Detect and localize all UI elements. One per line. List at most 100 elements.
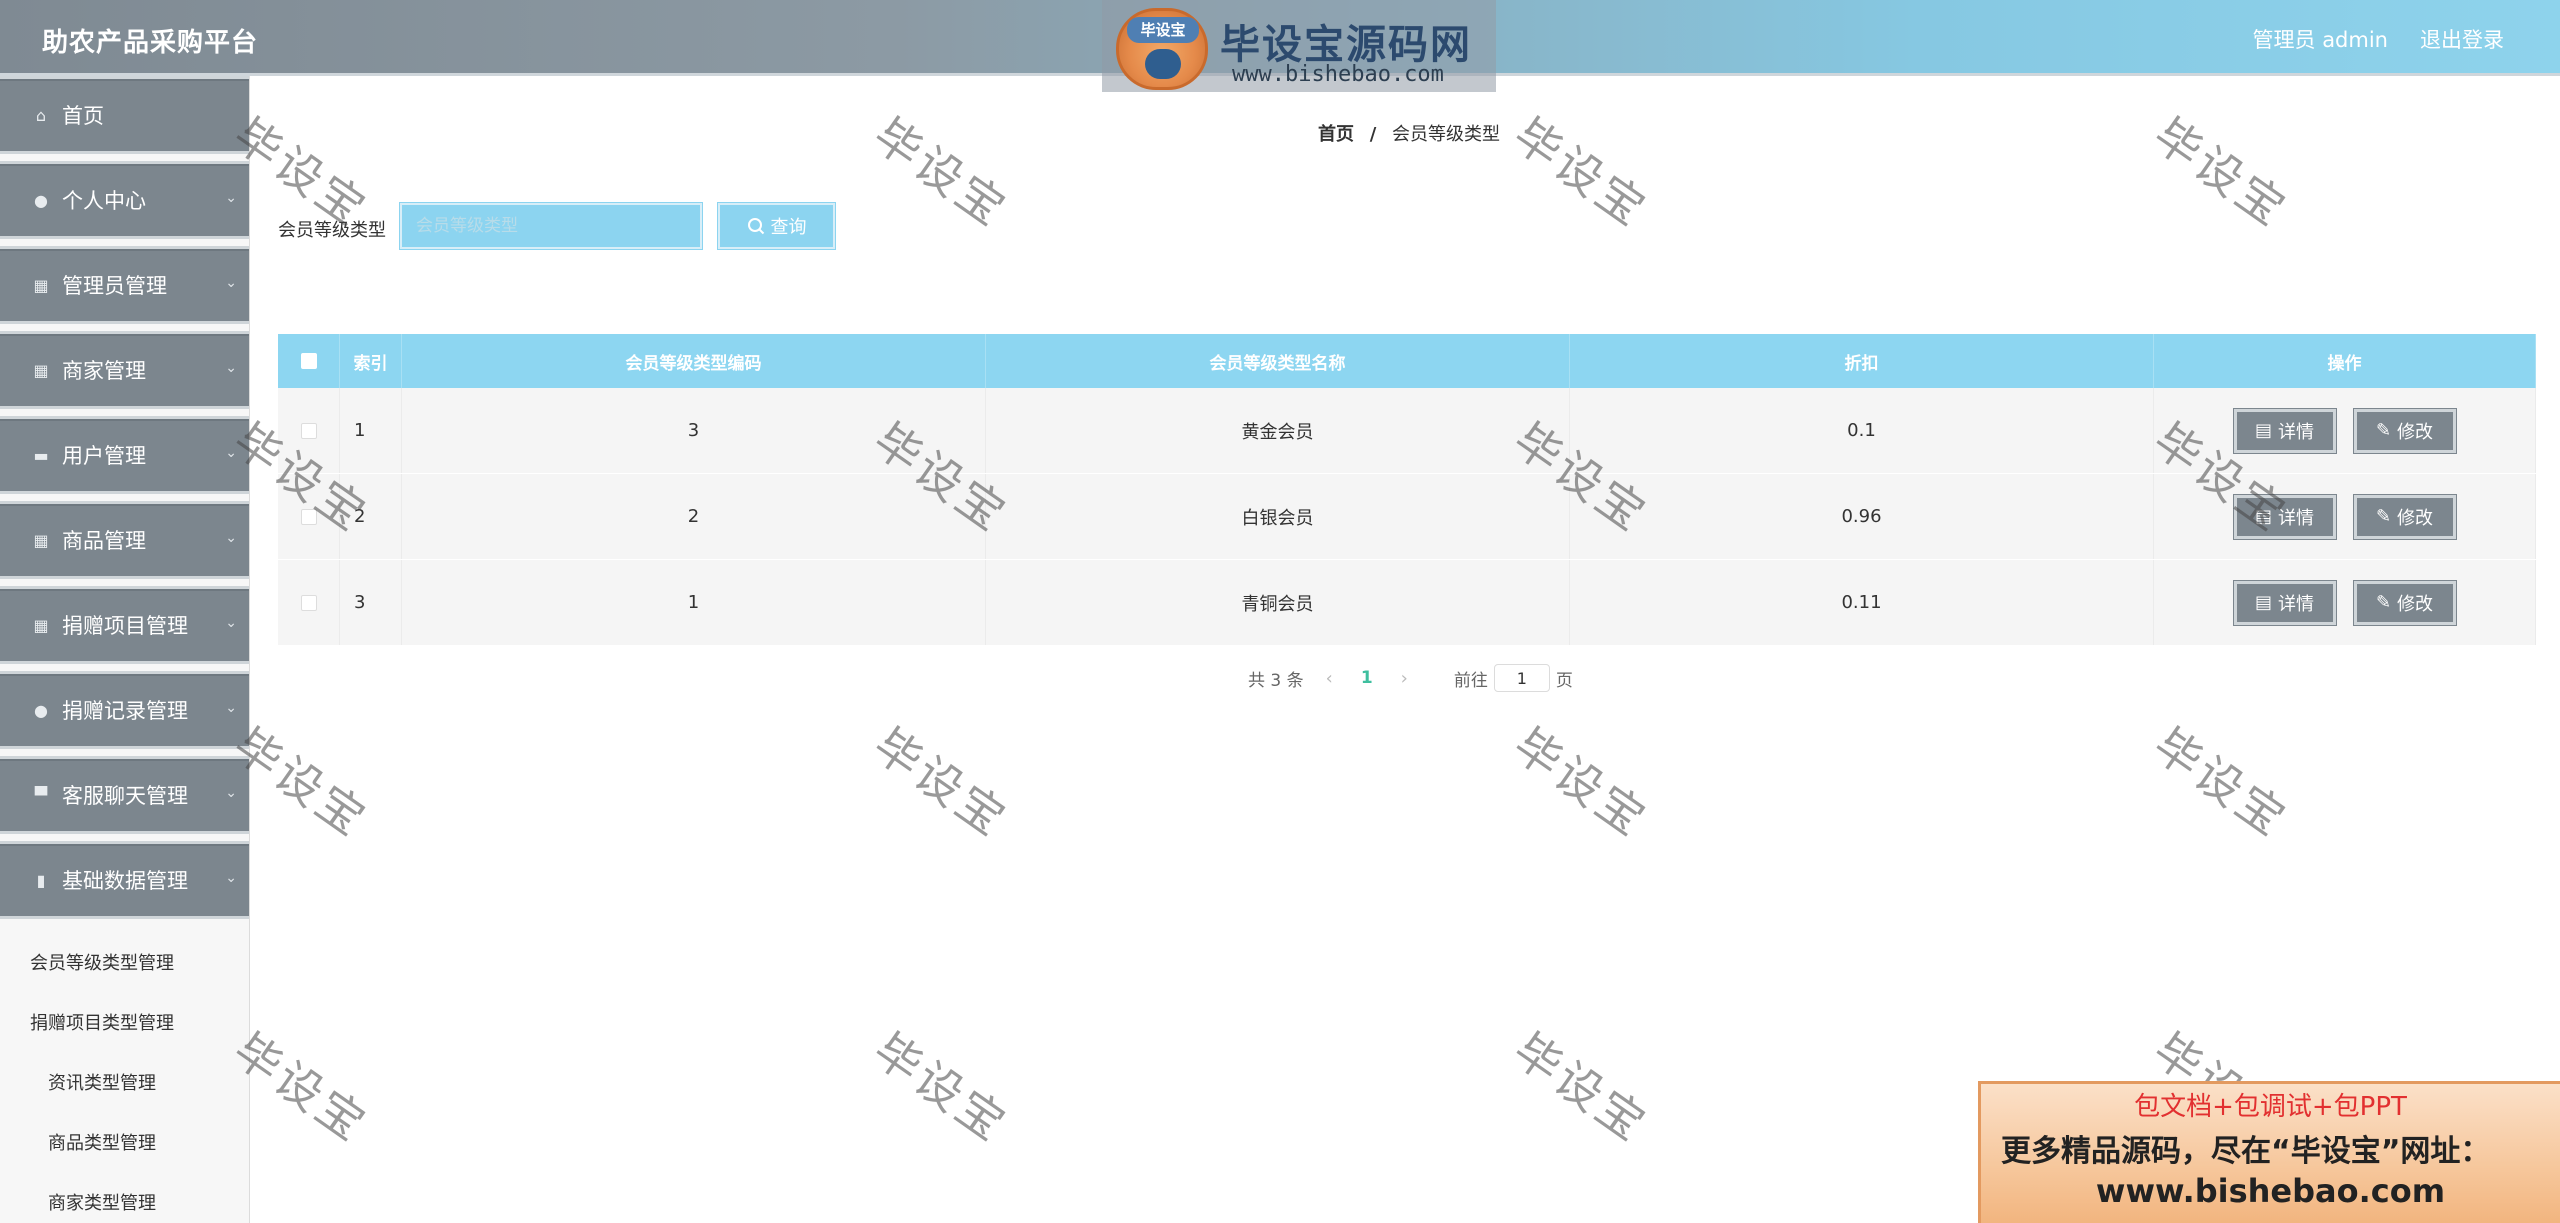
cell-index: 2	[340, 474, 402, 559]
user-icon: ●	[34, 190, 48, 210]
cell-actions: ▤ 详情 ✎ 修改	[2154, 388, 2536, 473]
sidebar-item-donation-project-management[interactable]: ▦ 捐赠项目管理 ⌄	[0, 586, 249, 664]
sidebar-item-donation-record-management[interactable]: ● 捐赠记录管理 ⌄	[0, 671, 249, 749]
header-code: 会员等级类型编码	[402, 334, 986, 388]
prev-page-icon[interactable]: ‹	[1326, 668, 1333, 689]
admin-user-label[interactable]: 管理员 admin	[2253, 24, 2388, 54]
pagination-total: 共 3 条	[1248, 670, 1304, 691]
sidebar-item-merchant-management[interactable]: ▦ 商家管理 ⌄	[0, 331, 249, 409]
cell-code: 3	[402, 388, 986, 473]
pencil-icon: ✎	[2375, 506, 2392, 527]
pencil-icon: ✎	[2375, 592, 2392, 613]
search-icon	[747, 218, 764, 235]
table-row: 1 3 黄金会员 0.1 ▤ 详情 ✎ 修改	[278, 388, 2536, 474]
sidebar-item-basic-data-management[interactable]: ▮ 基础数据管理 ⌄	[0, 841, 249, 919]
watermark-text: 毕设宝	[863, 717, 1018, 848]
sidebar-item-home[interactable]: ⌂ 首页	[0, 76, 249, 154]
watermark-text: 毕设宝	[1503, 1022, 1658, 1153]
edit-button[interactable]: ✎ 修改	[2353, 580, 2456, 625]
cell-index: 1	[340, 388, 402, 473]
submenu-item-product-type[interactable]: 商品类型管理	[0, 1114, 249, 1174]
grid-icon: ▦	[33, 360, 49, 380]
pagination-goto-input[interactable]	[1493, 664, 1550, 692]
chevron-down-icon: ⌄	[225, 360, 237, 376]
submenu-item-merchant-type[interactable]: 商家类型管理	[0, 1174, 249, 1223]
detail-button[interactable]: ▤ 详情	[2233, 494, 2336, 539]
detail-button-label: 详情	[2278, 507, 2314, 529]
chevron-down-icon: ⌄	[225, 615, 237, 631]
document-icon: ▤	[2254, 506, 2272, 527]
search-input[interactable]	[399, 202, 703, 250]
watermark-text: 毕设宝	[2143, 107, 2298, 238]
submenu-basic-data: 会员等级类型管理 捐赠项目类型管理 资讯类型管理 商品类型管理 商家类型管理	[0, 926, 249, 1223]
logout-link[interactable]: 退出登录	[2420, 24, 2504, 54]
select-all-checkbox[interactable]	[300, 353, 317, 369]
sidebar-item-label: 基础数据管理	[62, 869, 188, 893]
sidebar-item-admin-management[interactable]: ▦ 管理员管理 ⌄	[0, 246, 249, 324]
row-checkbox[interactable]	[300, 508, 317, 525]
cell-code: 1	[402, 560, 986, 645]
pagination-unit: 页	[1555, 670, 1573, 691]
watermark-text: 毕设宝	[1503, 107, 1658, 238]
submenu-item-donation-project-type[interactable]: 捐赠项目类型管理	[0, 994, 249, 1054]
chevron-down-icon: ⌄	[225, 275, 237, 291]
cell-discount: 0.11	[1570, 560, 2154, 645]
data-table: 索引 会员等级类型编码 会员等级类型名称 折扣 操作 1 3 黄金会员 0.1 ▤ 详情 ✎…	[278, 334, 2536, 646]
table-row: 2 2 白银会员 0.96 ▤ 详情 ✎ 修改	[278, 474, 2536, 560]
edit-button[interactable]: ✎ 修改	[2353, 408, 2456, 453]
page-number[interactable]: 1	[1361, 668, 1373, 688]
detail-button-label: 详情	[2278, 421, 2314, 443]
promo-line-2: 更多精品源码，尽在“毕设宝”网址：	[2001, 1134, 2491, 1169]
promo-banner: 包文档+包调试+包PPT 更多精品源码，尽在“毕设宝”网址： www.bishe…	[1978, 1081, 2560, 1223]
sidebar-item-customer-chat-management[interactable]: ▀ 客服聊天管理 ⌄	[0, 756, 249, 834]
logo-url: www.bishebao.com	[1232, 62, 1444, 87]
search-label: 会员等级类型	[278, 220, 386, 241]
sidebar-item-label: 商家管理	[62, 359, 146, 383]
grid-icon: ▦	[33, 530, 49, 550]
submenu-item-news-type[interactable]: 资讯类型管理	[0, 1054, 249, 1114]
promo-line-3: www.bishebao.com	[2095, 1172, 2446, 1210]
document-icon: ▤	[2254, 592, 2272, 613]
sidebar-item-label: 首页	[62, 104, 104, 128]
site-logo: 毕设宝 毕设宝源码网 www.bishebao.com	[1102, 0, 1496, 92]
detail-button[interactable]: ▤ 详情	[2233, 408, 2336, 453]
row-checkbox[interactable]	[300, 594, 317, 611]
detail-button[interactable]: ▤ 详情	[2233, 580, 2336, 625]
search-button[interactable]: 查询	[717, 202, 836, 250]
sidebar-item-label: 商品管理	[62, 529, 146, 553]
watermark-text: 毕设宝	[2143, 717, 2298, 848]
submenu-item-member-level-type[interactable]: 会员等级类型管理	[0, 934, 249, 994]
sidebar-item-label: 管理员管理	[62, 274, 167, 298]
table-row: 3 1 青铜会员 0.11 ▤ 详情 ✎ 修改	[278, 560, 2536, 646]
breadcrumb-home[interactable]: 首页	[1318, 124, 1354, 145]
watermark-text: 毕设宝	[863, 107, 1018, 238]
header-user-area: 管理员 admin 退出登录	[2253, 24, 2504, 54]
header-actions: 操作	[2154, 334, 2536, 388]
sidebar-item-product-management[interactable]: ▦ 商品管理 ⌄	[0, 501, 249, 579]
app-title: 助农产品采购平台	[42, 28, 259, 58]
sidebar-item-user-management[interactable]: ▬ 用户管理 ⌄	[0, 416, 249, 494]
next-page-icon[interactable]: ›	[1401, 668, 1408, 689]
edit-button-label: 修改	[2397, 593, 2434, 615]
header-name: 会员等级类型名称	[986, 334, 1570, 388]
chevron-down-icon: ⌄	[225, 530, 237, 546]
promo-line-1: 包文档+包调试+包PPT	[2134, 1092, 2407, 1122]
row-select-cell	[278, 388, 340, 473]
cell-name: 青铜会员	[986, 560, 1570, 645]
chevron-down-icon: ⌄	[225, 700, 237, 716]
sidebar-item-label: 客服聊天管理	[62, 784, 188, 808]
document-icon: ▤	[2254, 420, 2272, 441]
logo-badge-text: 毕设宝	[1127, 17, 1199, 43]
row-checkbox[interactable]	[300, 422, 317, 439]
breadcrumb-separator: /	[1369, 124, 1377, 145]
cell-index: 3	[340, 560, 402, 645]
cell-discount: 0.1	[1570, 388, 2154, 473]
ticket-icon: ▬	[33, 445, 49, 465]
cell-name: 黄金会员	[986, 388, 1570, 473]
table-header: 索引 会员等级类型编码 会员等级类型名称 折扣 操作	[278, 334, 2536, 388]
watermark-text: 毕设宝	[863, 1022, 1018, 1153]
sidebar-item-label: 捐赠记录管理	[62, 699, 188, 723]
sidebar-item-personal-center[interactable]: ● 个人中心 ⌄	[0, 161, 249, 239]
cell-actions: ▤ 详情 ✎ 修改	[2154, 560, 2536, 645]
edit-button[interactable]: ✎ 修改	[2353, 494, 2456, 539]
